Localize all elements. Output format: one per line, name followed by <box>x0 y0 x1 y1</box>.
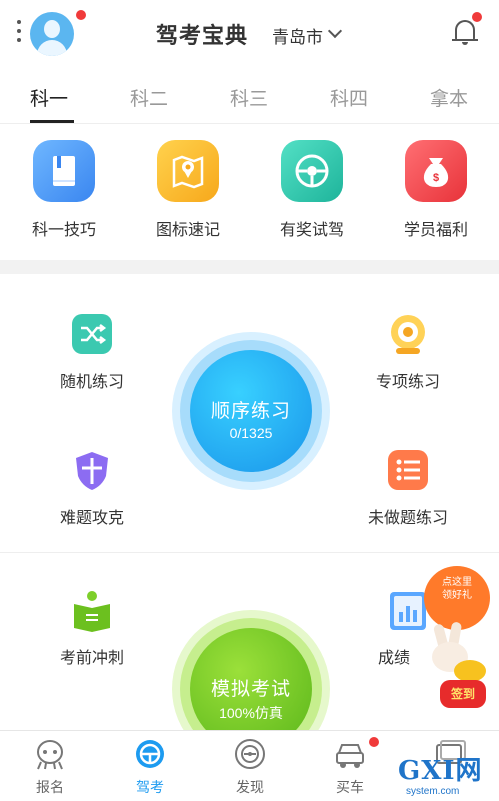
mock-exam-title: 模拟考试 <box>210 679 291 700</box>
bell-notification-dot <box>472 12 482 22</box>
compass-icon <box>233 737 267 771</box>
special-practice-button[interactable]: 专项练习 <box>348 312 468 392</box>
quick-action-tips[interactable]: 科一技巧 <box>14 140 114 240</box>
rabbit-mascot-icon: 签到 <box>428 621 486 708</box>
practice-divider <box>0 552 499 553</box>
section-separator <box>0 260 499 274</box>
steering-wheel-icon <box>133 737 167 771</box>
map-pin-icon <box>157 140 219 202</box>
sequential-practice-title: 顺序练习 <box>210 401 291 422</box>
list-icon <box>386 448 430 492</box>
nav-label: 报名 <box>36 779 64 795</box>
random-practice-button[interactable]: 随机练习 <box>32 312 152 392</box>
undone-practice-button[interactable]: 未做题练习 <box>348 448 468 528</box>
random-practice-label: 随机练习 <box>59 374 124 391</box>
quick-action-test-drive[interactable]: 有奖试驾 <box>262 140 362 240</box>
nav-label: 驾考 <box>136 779 164 795</box>
book-icon <box>33 140 95 202</box>
gold-coins-icon <box>454 660 486 682</box>
watermark-sub: system.com <box>406 786 460 797</box>
quick-action-label: 有奖试驾 <box>279 222 344 239</box>
sprint-label: 考前冲刺 <box>59 650 124 667</box>
nav-label: 发现 <box>236 779 264 795</box>
sequential-practice-text[interactable]: 顺序练习 0/1325 <box>190 396 312 441</box>
app-header: 驾考宝典 青岛市 <box>0 0 499 68</box>
tab-get-license[interactable]: 拿本 <box>430 84 468 111</box>
svg-text:$: $ <box>433 172 439 184</box>
sign-in-promo[interactable]: 点这里 领好礼 签到 <box>412 566 496 712</box>
mock-exam-subtitle: 100%仿真 <box>219 705 283 721</box>
city-selector[interactable]: 青岛市 <box>272 23 323 48</box>
more-menu-icon[interactable] <box>16 20 22 46</box>
watermark-logo: GXI网 system.com <box>398 758 496 798</box>
quick-actions: 科一技巧 图标速记 有奖试驾 $ 学员福利 <box>0 124 499 260</box>
avatar[interactable] <box>30 12 74 56</box>
subject-tabs: 科一 科二 科三 科四 拿本 <box>0 68 499 124</box>
chevron-down-icon[interactable] <box>327 23 343 39</box>
sequential-practice-count: 0/1325 <box>229 425 273 441</box>
shield-icon <box>70 448 114 492</box>
avatar-notification-dot <box>76 10 86 20</box>
quick-action-label: 科一技巧 <box>31 222 96 239</box>
sprint-button[interactable]: 考前冲刺 <box>32 588 152 668</box>
active-tab-indicator <box>30 120 74 123</box>
mock-exam-text[interactable]: 模拟考试 100%仿真 <box>190 674 312 723</box>
hard-questions-button[interactable]: 难题攻克 <box>32 448 152 528</box>
app-title: 驾考宝典 <box>156 23 249 48</box>
watermark-main: GXI网 <box>398 756 483 786</box>
steering-wheel-icon <box>281 140 343 202</box>
nav-item-signup[interactable]: 报名 <box>20 737 80 797</box>
tab-subject-1[interactable]: 科一 <box>30 84 68 111</box>
tab-subject-4[interactable]: 科四 <box>330 84 368 111</box>
nav-item-driving-test[interactable]: 驾考 <box>120 737 180 797</box>
tab-subject-3[interactable]: 科三 <box>230 84 268 111</box>
shuffle-icon <box>70 312 114 356</box>
hard-questions-label: 难题攻克 <box>59 510 124 527</box>
promo-bubble-line: 领好礼 <box>442 590 472 601</box>
target-icon <box>386 312 430 356</box>
sign-in-pouch: 签到 <box>440 680 486 708</box>
quick-action-label: 学员福利 <box>403 222 468 239</box>
money-bag-icon: $ <box>405 140 467 202</box>
promo-bubble: 点这里 领好礼 <box>424 566 490 630</box>
nav-label: 买车 <box>336 779 364 795</box>
undone-practice-label: 未做题练习 <box>367 510 448 527</box>
tab-subject-2[interactable]: 科二 <box>130 84 168 111</box>
quick-action-label: 图标速记 <box>155 222 220 239</box>
alien-icon <box>33 737 67 771</box>
quick-action-signs[interactable]: 图标速记 <box>138 140 238 240</box>
open-book-icon <box>70 588 114 632</box>
nav-item-discover[interactable]: 发现 <box>220 737 280 797</box>
car-icon <box>333 737 367 771</box>
promo-bubble-line: 点这里 <box>442 577 472 588</box>
quick-action-benefits[interactable]: $ 学员福利 <box>386 140 486 240</box>
buy-car-notification-dot <box>369 737 379 747</box>
special-practice-label: 专项练习 <box>375 374 440 391</box>
